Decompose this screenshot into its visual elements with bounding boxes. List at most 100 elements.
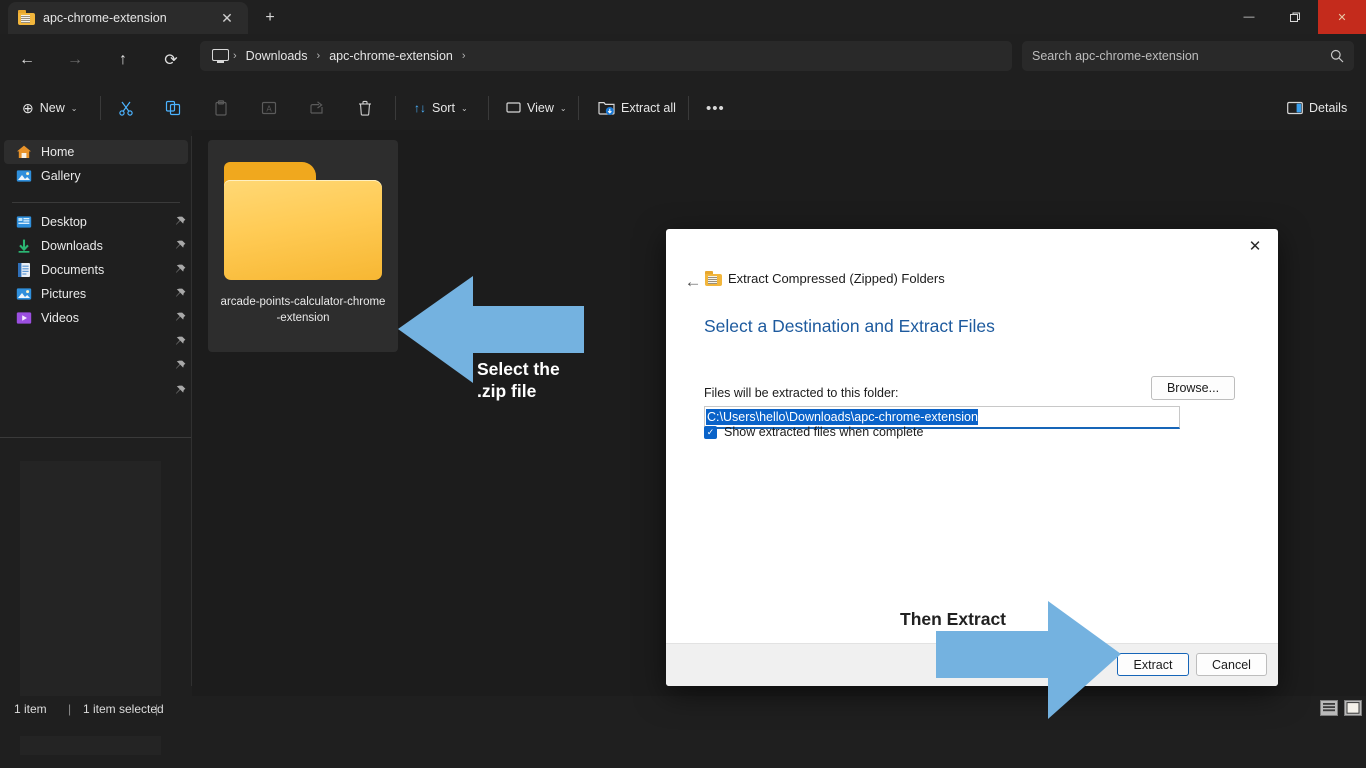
sidebar-divider <box>12 202 180 203</box>
this-pc-icon[interactable] <box>212 48 229 64</box>
sidebar-label: Desktop <box>41 215 87 229</box>
pin-icon[interactable] <box>175 312 186 324</box>
folder-icon <box>224 162 382 280</box>
extract-button[interactable]: Extract <box>1117 653 1189 676</box>
rename-button: A <box>253 92 285 124</box>
sidebar-item-pictures[interactable]: Pictures <box>4 282 188 306</box>
extract-all-label: Extract all <box>621 101 676 115</box>
pin-icon[interactable] <box>175 288 186 300</box>
pin-icon[interactable] <box>175 240 186 252</box>
maximize-glyph <box>1289 12 1300 22</box>
search-input[interactable]: Search apc-chrome-extension <box>1022 41 1354 71</box>
breadcrumb-separator: › <box>461 50 466 62</box>
more-options-button[interactable]: ••• <box>698 92 733 124</box>
tab-close-icon[interactable]: ✕ <box>214 5 240 31</box>
file-explorer-window: apc-chrome-extension ✕ + — ✕ ← → ↑ ⟳ › D… <box>0 0 1366 768</box>
sidebar-label: Pictures <box>41 287 87 301</box>
file-item[interactable]: arcade-points-calculator-chrome -extensi… <box>208 140 398 352</box>
copy-button[interactable] <box>157 92 189 124</box>
details-pane-button[interactable]: Details <box>1279 92 1355 124</box>
sidebar-label: Videos <box>41 311 79 325</box>
minimize-icon[interactable]: — <box>1226 0 1272 34</box>
back-icon[interactable]: ← <box>9 42 45 78</box>
forward-icon[interactable]: → <box>57 42 93 78</box>
new-tab-button[interactable]: + <box>256 4 284 32</box>
view-button[interactable]: View ⌄ <box>498 92 575 124</box>
rename-icon: A <box>261 101 277 115</box>
sidebar-label: Home <box>41 145 75 159</box>
view-icon <box>506 102 521 113</box>
delete-button[interactable] <box>349 92 381 124</box>
pin-icon[interactable] <box>175 264 186 276</box>
destination-label: Files will be extracted to this folder: <box>704 386 899 400</box>
trash-icon <box>359 100 371 116</box>
up-icon[interactable]: ↑ <box>105 42 141 78</box>
file-name-line2: -extension <box>276 312 330 324</box>
annotation-label-then-extract: Then Extract <box>900 608 1006 630</box>
item-count: 1 item <box>14 702 47 716</box>
sort-button[interactable]: ↑↓ Sort ⌄ <box>406 92 476 124</box>
sidebar-item-desktop[interactable]: Desktop <box>4 210 188 234</box>
downloads-icon <box>16 238 32 254</box>
gallery-icon <box>16 168 32 184</box>
extract-all-icon <box>598 102 615 115</box>
sidebar-label: Downloads <box>41 239 103 253</box>
breadcrumb[interactable]: › Downloads › apc-chrome-extension › <box>200 41 1012 71</box>
clipboard-icon <box>215 100 227 116</box>
videos-icon <box>16 310 32 326</box>
zip-file-icon <box>705 271 722 287</box>
sidebar-item-gallery[interactable]: Gallery <box>4 164 188 188</box>
sidebar-label: Documents <box>41 263 105 277</box>
paste-button <box>205 92 237 124</box>
breadcrumb-item-current[interactable]: apc-chrome-extension <box>321 49 461 63</box>
toolbar-divider <box>688 96 689 120</box>
sidebar-item-downloads[interactable]: Downloads <box>4 234 188 258</box>
pictures-icon <box>16 286 32 302</box>
file-name: arcade-points-calculator-chrome -extensi… <box>215 294 391 326</box>
new-button[interactable]: ⊕ New ⌄ <box>14 92 85 124</box>
breadcrumb-item-downloads[interactable]: Downloads <box>238 49 316 63</box>
chevron-down-icon: ⌄ <box>559 103 567 113</box>
dialog-heading: Select a Destination and Extract Files <box>704 316 995 336</box>
svg-text:A: A <box>266 105 272 114</box>
show-extracted-label: Show extracted files when complete <box>724 425 924 439</box>
pin-icon[interactable] <box>175 336 186 348</box>
close-icon[interactable]: ✕ <box>1318 0 1366 34</box>
plus-circle-icon: ⊕ <box>22 100 34 116</box>
annotation-line-1: Select the <box>477 359 560 379</box>
search-icon[interactable] <box>1330 49 1344 63</box>
list-view-icon[interactable] <box>1320 700 1338 716</box>
browser-tab[interactable]: apc-chrome-extension ✕ <box>8 2 248 34</box>
title-bar: apc-chrome-extension ✕ + — ✕ <box>0 0 1366 34</box>
sort-icon: ↑↓ <box>414 101 426 115</box>
cancel-button[interactable]: Cancel <box>1196 653 1267 676</box>
selection-status: 1 item selected <box>83 702 164 716</box>
cut-button[interactable] <box>110 92 142 124</box>
toolbar-divider <box>488 96 489 120</box>
pin-icon[interactable] <box>175 216 186 228</box>
status-divider: | <box>68 702 72 716</box>
home-icon <box>16 144 32 160</box>
show-extracted-checkbox[interactable]: ✓ <box>704 425 717 439</box>
show-extracted-checkbox-row[interactable]: ✓ Show extracted files when complete <box>704 425 923 439</box>
new-label: New <box>39 101 65 115</box>
sidebar-item-videos[interactable]: Videos <box>4 306 188 330</box>
search-placeholder: Search apc-chrome-extension <box>1032 49 1199 63</box>
copy-icon <box>165 100 181 116</box>
sidebar: Home Gallery Desktop Downloads Documents… <box>0 130 192 755</box>
extract-all-button[interactable]: Extract all <box>590 92 684 124</box>
status-divider: | <box>155 702 159 716</box>
chevron-down-icon: ⌄ <box>460 103 468 113</box>
sidebar-item-documents[interactable]: Documents <box>4 258 188 282</box>
maximize-icon[interactable] <box>1272 0 1318 34</box>
sidebar-item-home[interactable]: Home <box>4 140 188 164</box>
tile-view-icon[interactable] <box>1344 700 1362 716</box>
browse-button[interactable]: Browse... <box>1151 376 1235 400</box>
refresh-icon[interactable]: ⟳ <box>153 42 189 78</box>
dialog-close-icon[interactable]: ✕ <box>1232 229 1278 263</box>
sidebar-label: Gallery <box>41 169 81 183</box>
share-icon <box>310 101 323 114</box>
pin-icon[interactable] <box>175 385 186 397</box>
pin-icon[interactable] <box>175 360 186 372</box>
zip-file-icon <box>18 10 35 26</box>
